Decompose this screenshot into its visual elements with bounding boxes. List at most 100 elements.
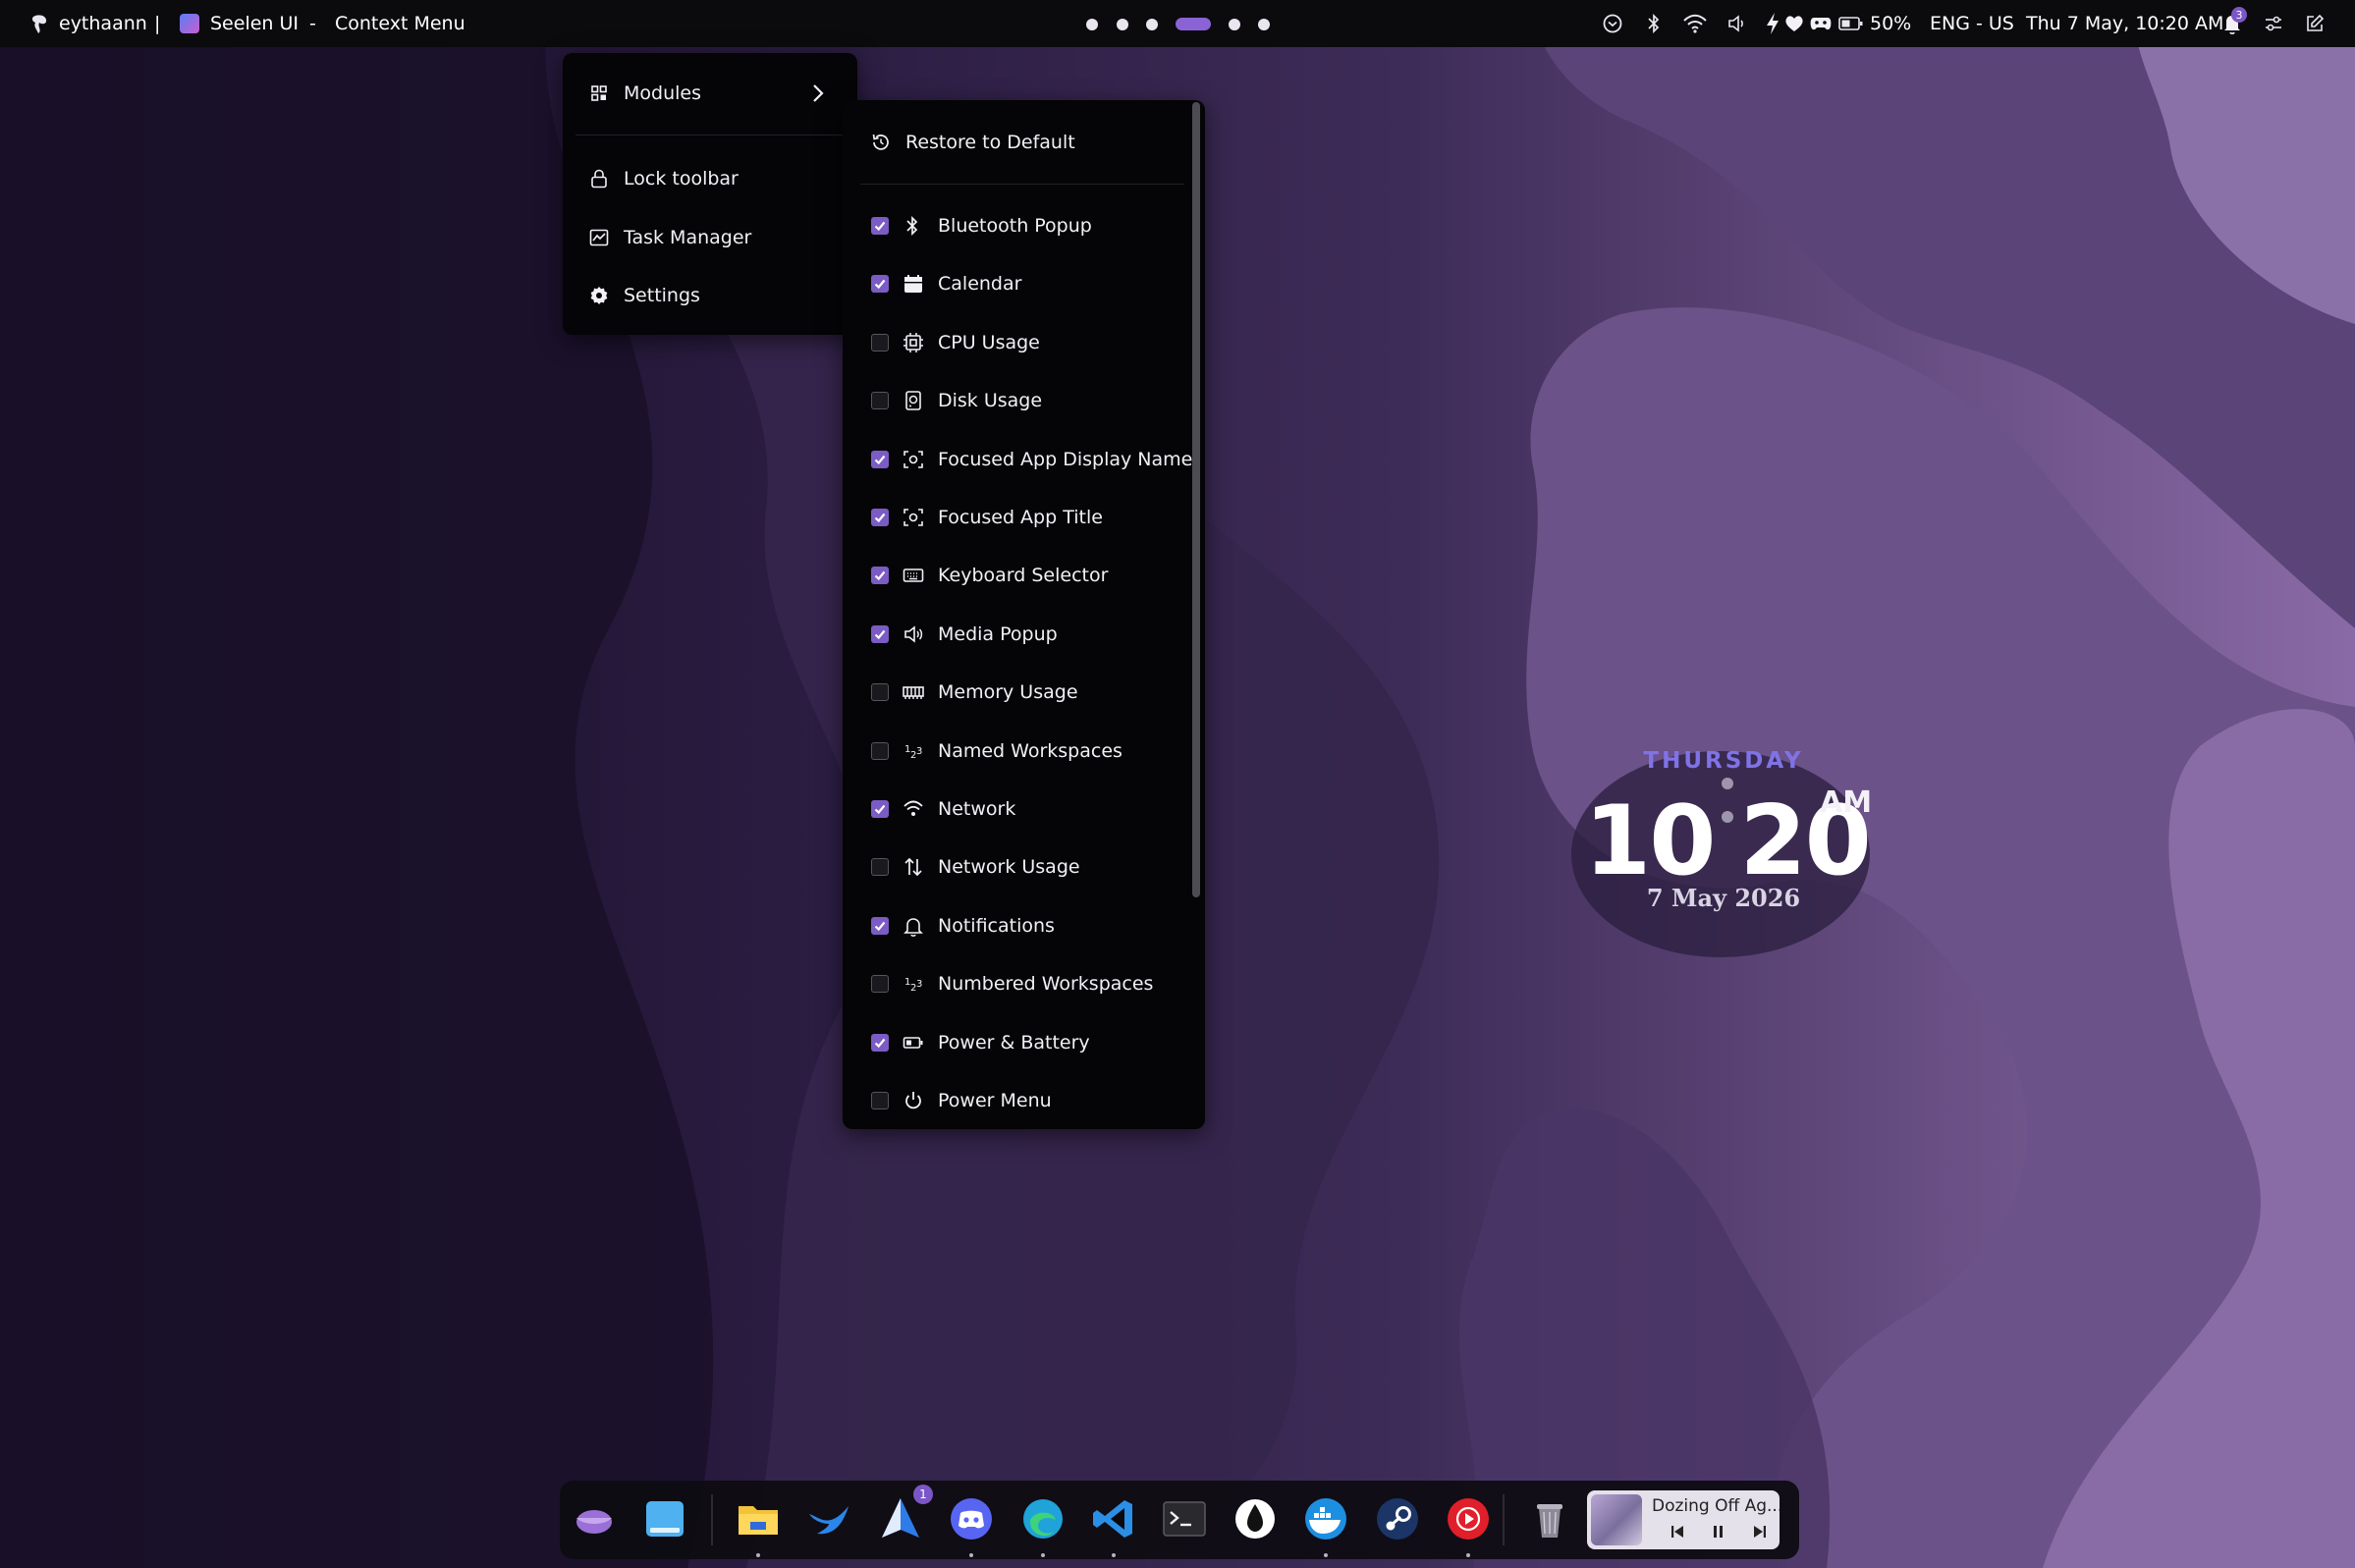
- media-indicator[interactable]: [1602, 0, 1623, 47]
- restore-label: Restore to Default: [905, 132, 1075, 153]
- module-item-calendar[interactable]: Calendar: [843, 258, 1205, 309]
- submenu-scrollbar[interactable]: [1192, 102, 1200, 897]
- menu-item-task-manager[interactable]: Task Manager: [563, 212, 857, 263]
- wifi-icon: [1682, 13, 1708, 34]
- checkbox-checked[interactable]: [871, 916, 889, 935]
- checkbox-checked[interactable]: [871, 624, 889, 643]
- workspace-5[interactable]: [1229, 19, 1240, 30]
- dock-app-edge[interactable]: [1016, 1492, 1069, 1545]
- module-item-cpu-usage[interactable]: CPU Usage: [843, 317, 1205, 368]
- focused-app[interactable]: Seelen UI: [179, 0, 299, 47]
- module-item-memory-usage[interactable]: Memory Usage: [843, 667, 1205, 718]
- dock-app-vscode[interactable]: [1087, 1492, 1140, 1545]
- previous-track-icon[interactable]: [1670, 1524, 1685, 1543]
- menu-item-settings[interactable]: Settings: [563, 270, 857, 321]
- dock-app-recycle-bin[interactable]: [1523, 1492, 1576, 1545]
- dock-app-youtube-music[interactable]: [1442, 1492, 1495, 1545]
- title-separator: -: [309, 13, 316, 34]
- module-item-label: Network Usage: [938, 856, 1080, 879]
- lock-icon: [588, 168, 610, 189]
- module-item-disk-usage[interactable]: Disk Usage: [843, 375, 1205, 426]
- checkbox-unchecked[interactable]: [871, 741, 889, 760]
- focused-app-name: Seelen UI: [210, 13, 299, 34]
- checkbox-unchecked[interactable]: [871, 683, 889, 702]
- settings-toggle[interactable]: [2263, 0, 2284, 47]
- workspaces-icon: 123: [903, 973, 924, 995]
- module-item-power-battery[interactable]: Power & Battery: [843, 1017, 1205, 1068]
- checkbox-checked[interactable]: [871, 509, 889, 526]
- bluetooth-module[interactable]: [1644, 0, 1664, 47]
- dock-app-terminal[interactable]: [1158, 1492, 1211, 1545]
- workspace-2[interactable]: [1117, 19, 1128, 30]
- checkbox-unchecked[interactable]: [871, 1092, 889, 1109]
- module-item-network[interactable]: Network: [843, 784, 1205, 835]
- clock-hour: 10: [1584, 785, 1716, 897]
- dock-separator: [1503, 1494, 1505, 1545]
- pause-icon[interactable]: [1712, 1524, 1725, 1543]
- menu-item-modules[interactable]: Modules: [563, 68, 857, 119]
- bluetooth-icon: [903, 215, 924, 237]
- menu-item-lock-toolbar[interactable]: Lock toolbar: [563, 153, 857, 204]
- media-title: Dozing Off Ag...: [1652, 1496, 1780, 1516]
- dock-app-send-app[interactable]: 1: [874, 1485, 933, 1545]
- calendar-icon: [903, 273, 924, 295]
- edit-icon: [2304, 13, 2326, 34]
- checkbox-unchecked[interactable]: [871, 975, 889, 994]
- module-item-network-usage[interactable]: Network Usage: [843, 841, 1205, 892]
- checkbox-unchecked[interactable]: [871, 333, 889, 351]
- dock-running-indicator: [756, 1553, 760, 1557]
- checkbox-checked[interactable]: [871, 450, 889, 468]
- module-item-focused-app-title[interactable]: Focused App Title: [843, 492, 1205, 543]
- media-player-widget[interactable]: Dozing Off Ag...: [1587, 1490, 1780, 1549]
- restore-to-default-item[interactable]: Restore to Default: [843, 117, 1205, 168]
- arrows-updown-icon: [903, 856, 924, 878]
- next-track-icon[interactable]: [1752, 1524, 1768, 1543]
- module-item-bluetooth-popup[interactable]: Bluetooth Popup: [843, 200, 1205, 251]
- volume-module[interactable]: [1726, 0, 1748, 47]
- checkbox-unchecked[interactable]: [871, 858, 889, 877]
- workspace-6[interactable]: [1258, 19, 1270, 30]
- module-item-media-popup[interactable]: Media Popup: [843, 609, 1205, 660]
- notification-badge: 3: [2231, 7, 2247, 23]
- checkbox-checked[interactable]: [871, 567, 889, 585]
- user-module[interactable]: eythaann: [29, 0, 147, 47]
- workspace-1[interactable]: [1086, 19, 1098, 30]
- dock-app-seelen-app[interactable]: [568, 1492, 621, 1545]
- lightning-icon: [1764, 12, 1781, 35]
- edit-button[interactable]: [2304, 0, 2326, 47]
- dock-app-discord[interactable]: [945, 1492, 998, 1545]
- dock-app-steam[interactable]: [1371, 1492, 1424, 1545]
- toolbar-context-menu: Modules Lock toolbar Task Manager Settin…: [563, 53, 857, 335]
- dock-app-docker[interactable]: [1299, 1492, 1352, 1545]
- checkbox-checked[interactable]: [871, 275, 889, 294]
- modules-submenu: Restore to Default Bluetooth Popup Calend…: [843, 100, 1205, 1129]
- keyboard-language[interactable]: ENG - US: [1930, 0, 2014, 47]
- dock-app-bird-app[interactable]: [803, 1492, 856, 1545]
- network-module[interactable]: [1682, 0, 1708, 47]
- module-item-notifications[interactable]: Notifications: [843, 900, 1205, 951]
- module-item-label: Network: [938, 798, 1016, 820]
- dock-app-file-explorer[interactable]: [732, 1492, 785, 1545]
- dock-app-desktop-app[interactable]: [638, 1492, 691, 1545]
- workspace-3[interactable]: [1146, 19, 1158, 30]
- dock-app-badge: 1: [913, 1485, 933, 1504]
- module-item-label: Media Popup: [938, 622, 1058, 645]
- module-item-keyboard-selector[interactable]: Keyboard Selector: [843, 550, 1205, 601]
- module-item-power-menu[interactable]: Power Menu: [843, 1075, 1205, 1126]
- module-item-focused-app-display-name[interactable]: Focused App Display Name: [843, 434, 1205, 485]
- chevron-circle-icon: [1602, 13, 1623, 34]
- checkbox-checked[interactable]: [871, 1033, 889, 1052]
- checkbox-checked[interactable]: [871, 800, 889, 818]
- task-manager-icon: [588, 227, 610, 248]
- dock-app-inkdrop-app[interactable]: [1229, 1492, 1282, 1545]
- module-item-named-workspaces[interactable]: 1 2 3 Named Workspaces: [843, 726, 1205, 777]
- module-item-numbered-workspaces[interactable]: 1 2 3 Numbered Workspaces: [843, 958, 1205, 1009]
- power-module[interactable]: 50%: [1764, 0, 1911, 47]
- workspace-4-active[interactable]: [1176, 18, 1211, 30]
- datetime[interactable]: Thu 7 May, 10:20 AM: [2026, 0, 2223, 47]
- checkbox-unchecked[interactable]: [871, 392, 889, 410]
- checkbox-checked[interactable]: [871, 217, 889, 235]
- module-item-label: Numbered Workspaces: [938, 973, 1154, 996]
- grid-icon: [588, 82, 610, 104]
- dock-running-indicator: [1324, 1553, 1328, 1557]
